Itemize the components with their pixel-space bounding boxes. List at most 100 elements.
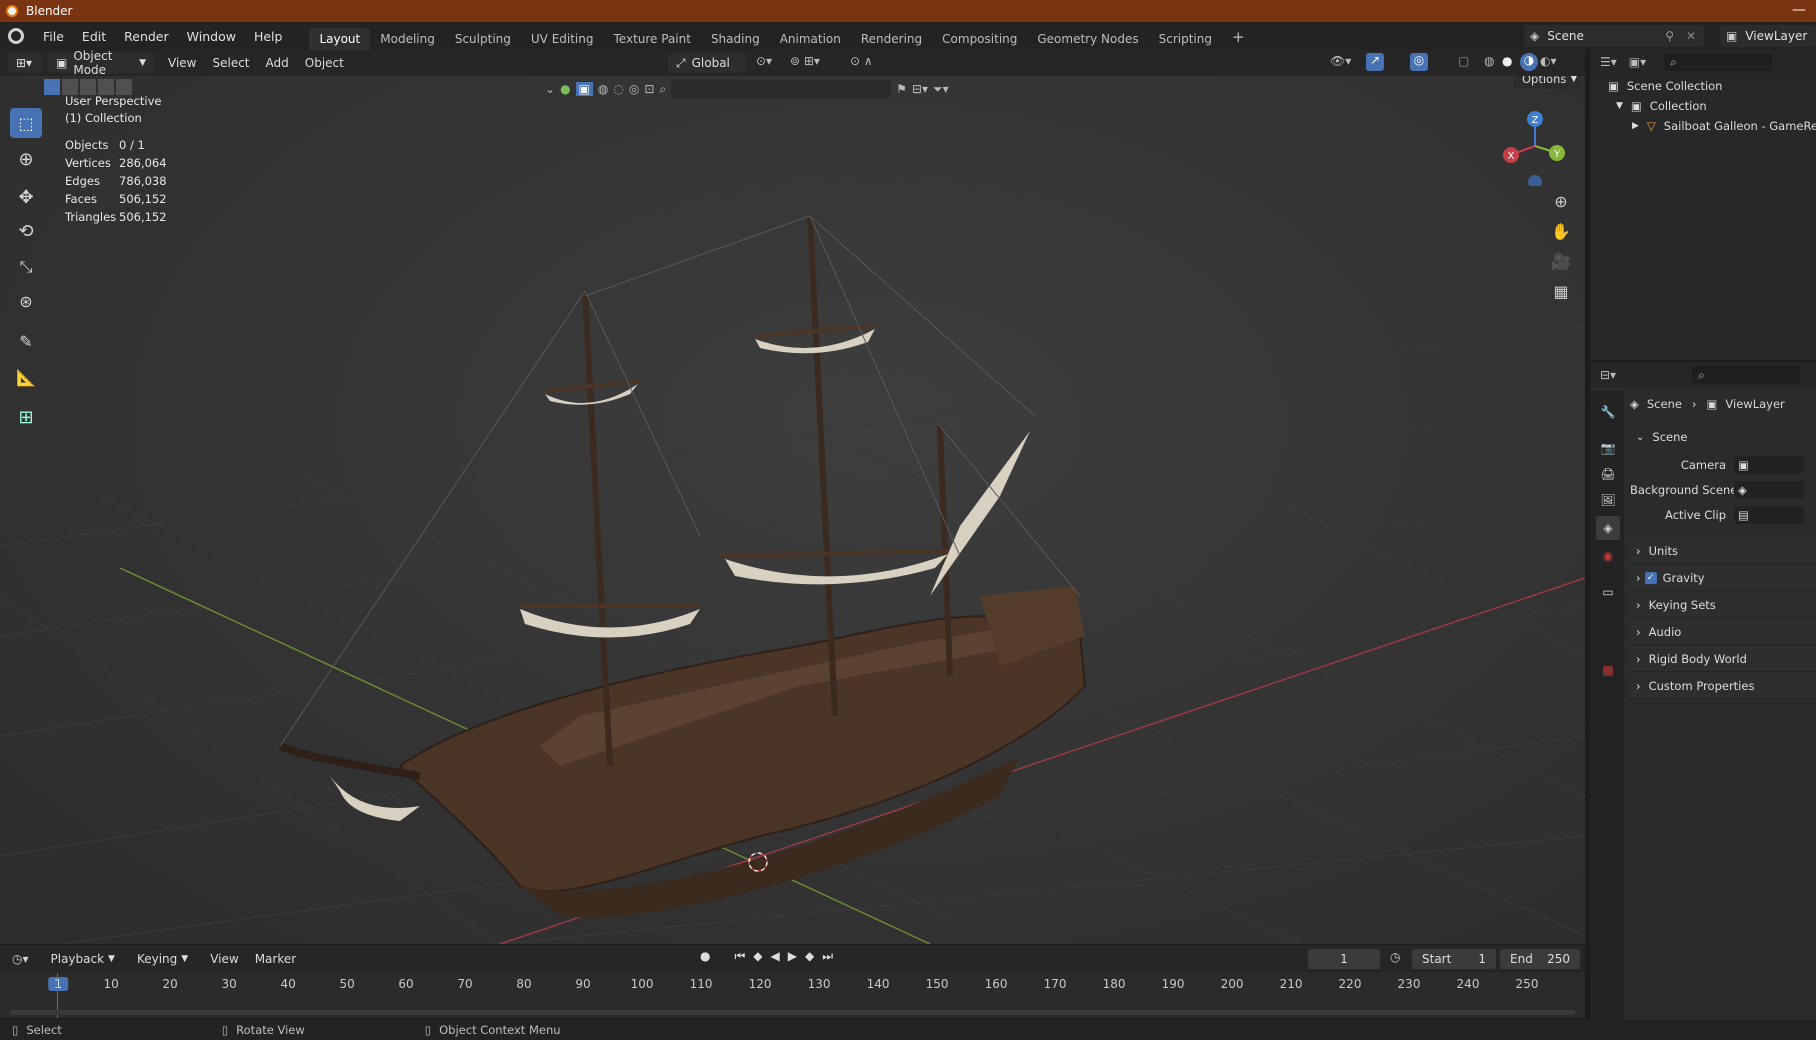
bookmark-icon[interactable]: ⚑ xyxy=(896,82,907,96)
tab-scripting[interactable]: Scripting xyxy=(1149,28,1222,50)
collection-filter-icon[interactable]: ⊟▾ xyxy=(912,82,928,96)
jump-start-icon[interactable]: ⏮ xyxy=(734,949,745,964)
menu-edit[interactable]: Edit xyxy=(73,29,115,44)
tab-sculpting[interactable]: Sculpting xyxy=(445,28,521,50)
menu-window[interactable]: Window xyxy=(178,29,245,44)
texture-tab-icon[interactable]: ▩ xyxy=(1596,658,1620,682)
galleon-model[interactable] xyxy=(278,215,1087,918)
filter-chevron-icon[interactable]: ⌄ xyxy=(545,82,555,96)
properties-editor-icon[interactable]: ⊟▾ xyxy=(1600,368,1616,382)
next-keyframe-icon[interactable]: ◆ xyxy=(805,949,814,964)
keying-sets-section[interactable]: › Keying Sets xyxy=(1630,592,1816,618)
material-shading-icon[interactable]: ◑ xyxy=(1520,53,1538,71)
navigation-gizmo[interactable]: Z Y X xyxy=(1490,106,1570,186)
audio-section[interactable]: › Audio xyxy=(1630,619,1816,645)
menu-view[interactable]: View xyxy=(160,56,204,70)
end-frame-field[interactable]: End 250 xyxy=(1500,949,1580,969)
move-tool[interactable]: ✥ xyxy=(10,182,42,212)
background-scene-field[interactable]: ◈ xyxy=(1734,481,1804,499)
menu-render[interactable]: Render xyxy=(115,29,178,44)
add-workspace-button[interactable]: + xyxy=(1222,28,1255,50)
overlay-toggle-icon[interactable]: ◎ xyxy=(1410,53,1428,71)
menu-select[interactable]: Select xyxy=(204,56,257,70)
menu-file[interactable]: File xyxy=(34,29,73,44)
filter-light-icon[interactable]: ◌ xyxy=(613,82,623,96)
funnel-icon[interactable]: ⏷▾ xyxy=(933,82,949,97)
rendered-shading-icon[interactable]: ◐▾ xyxy=(1540,54,1557,68)
clock-icon[interactable]: ◷ xyxy=(1390,950,1400,964)
scene-tab-icon[interactable]: ◈ xyxy=(1596,516,1620,540)
menu-add[interactable]: Add xyxy=(258,56,297,70)
add-cube-tool[interactable]: ⊞ xyxy=(10,402,42,432)
select-box-tool[interactable]: ⬚ xyxy=(10,108,42,138)
record-icon[interactable]: ● xyxy=(700,949,710,964)
gravity-section[interactable]: › ✓ Gravity xyxy=(1630,565,1816,591)
menu-keying[interactable]: Keying ▼ xyxy=(129,949,196,969)
rigid-body-world-section[interactable]: › Rigid Body World xyxy=(1630,646,1816,672)
camera-view-icon[interactable]: 🎥 xyxy=(1548,248,1574,274)
subtract-selection-icon[interactable] xyxy=(80,79,96,95)
tab-compositing[interactable]: Compositing xyxy=(932,28,1027,50)
options-dropdown[interactable]: Options ▼ xyxy=(1514,76,1580,89)
pin-icon[interactable]: ⚲ xyxy=(1665,29,1674,43)
menu-object[interactable]: Object xyxy=(297,56,352,70)
transform-tool[interactable]: ⊛ xyxy=(10,286,42,316)
tab-rendering[interactable]: Rendering xyxy=(851,28,932,50)
filter-mesh-icon[interactable]: ▣ xyxy=(575,82,593,96)
filter-camera-icon[interactable]: ◎ xyxy=(629,82,639,96)
active-clip-field[interactable]: ▤ xyxy=(1734,506,1804,524)
filter-color-icon[interactable]: ● xyxy=(560,82,570,96)
start-frame-field[interactable]: Start 1 xyxy=(1412,949,1496,969)
editor-type-button[interactable]: ⊞▾ xyxy=(8,53,42,73)
tab-modeling[interactable]: Modeling xyxy=(370,28,445,50)
filter-search-input[interactable] xyxy=(671,80,892,98)
mode-dropdown[interactable]: ▣ Object Mode ▼ xyxy=(48,49,154,77)
extend-selection-icon[interactable] xyxy=(62,79,78,95)
annotate-tool[interactable]: ✎ xyxy=(10,326,42,356)
custom-properties-section[interactable]: › Custom Properties xyxy=(1630,673,1816,699)
minimize-button[interactable]: — xyxy=(1792,2,1806,18)
camera-field[interactable]: ▣ xyxy=(1734,456,1804,474)
timeline-area[interactable]: 1 10 20 30 40 50 60 70 80 90 100 110 120 130 140 150 160… xyxy=(0,973,1585,1018)
tab-shading[interactable]: Shading xyxy=(701,28,770,50)
zoom-icon[interactable]: ⊕ xyxy=(1548,188,1574,214)
units-section[interactable]: › Units xyxy=(1630,538,1816,564)
snap-icon[interactable]: ⊚ ⊞▾ xyxy=(790,54,820,68)
gizmo-toggle-icon[interactable]: ↗ xyxy=(1366,53,1384,71)
invert-selection-icon[interactable] xyxy=(98,79,114,95)
search-icon[interactable]: ⌕ xyxy=(659,82,666,97)
filter-curve-icon[interactable]: ◍ xyxy=(598,82,608,96)
measure-tool[interactable]: 📐 xyxy=(10,362,42,392)
cursor-tool[interactable]: ⊕ xyxy=(10,144,42,174)
timeline-scrollbar[interactable] xyxy=(10,1010,1575,1015)
play-reverse-icon[interactable]: ◀ xyxy=(771,949,780,964)
set-selection-icon[interactable] xyxy=(44,79,60,95)
tab-geometry-nodes[interactable]: Geometry Nodes xyxy=(1027,28,1148,50)
world-tab-icon[interactable]: ◉ xyxy=(1596,544,1620,568)
solid-shading-icon[interactable]: ● xyxy=(1502,54,1512,68)
blender-menu-icon[interactable] xyxy=(8,28,24,44)
tab-texture-paint[interactable]: Texture Paint xyxy=(604,28,701,50)
jump-end-icon[interactable]: ⏭ xyxy=(822,949,833,964)
visibility-icon[interactable]: 👁▾ xyxy=(1330,54,1351,68)
display-mode-icon[interactable]: ▣▾ xyxy=(1629,55,1646,69)
wireframe-shading-icon[interactable]: ◍ xyxy=(1484,54,1494,68)
xray-icon[interactable]: ▢ xyxy=(1458,54,1469,68)
menu-help[interactable]: Help xyxy=(245,29,292,44)
outliner-search-input[interactable]: ⌕ xyxy=(1664,53,1773,71)
proportional-edit-icon[interactable]: ⊙ ∧ xyxy=(850,54,873,68)
outliner-object[interactable]: ▶ ▽ Sailboat Galleon - GameReady xyxy=(1590,116,1816,136)
scene-panel-header[interactable]: ⌄ Scene xyxy=(1630,424,1816,450)
ortho-grid-icon[interactable]: ▦ xyxy=(1548,278,1574,304)
menu-playback[interactable]: Playback ▼ xyxy=(43,949,123,969)
view-layer-selector[interactable]: ▣ ViewLayer xyxy=(1720,25,1816,47)
expand-arrow-icon[interactable]: ▶ xyxy=(1632,121,1639,131)
prev-keyframe-icon[interactable]: ◆ xyxy=(753,949,762,964)
tab-uv-editing[interactable]: UV Editing xyxy=(521,28,604,50)
expand-arrow-icon[interactable]: ▼ xyxy=(1616,101,1623,111)
close-icon[interactable]: ✕ xyxy=(1686,29,1696,43)
rotate-tool[interactable]: ⟲ xyxy=(10,216,42,246)
collection-tab-icon[interactable]: ▭ xyxy=(1596,580,1620,604)
menu-marker[interactable]: Marker xyxy=(247,952,304,966)
menu-view[interactable]: View xyxy=(202,952,246,966)
